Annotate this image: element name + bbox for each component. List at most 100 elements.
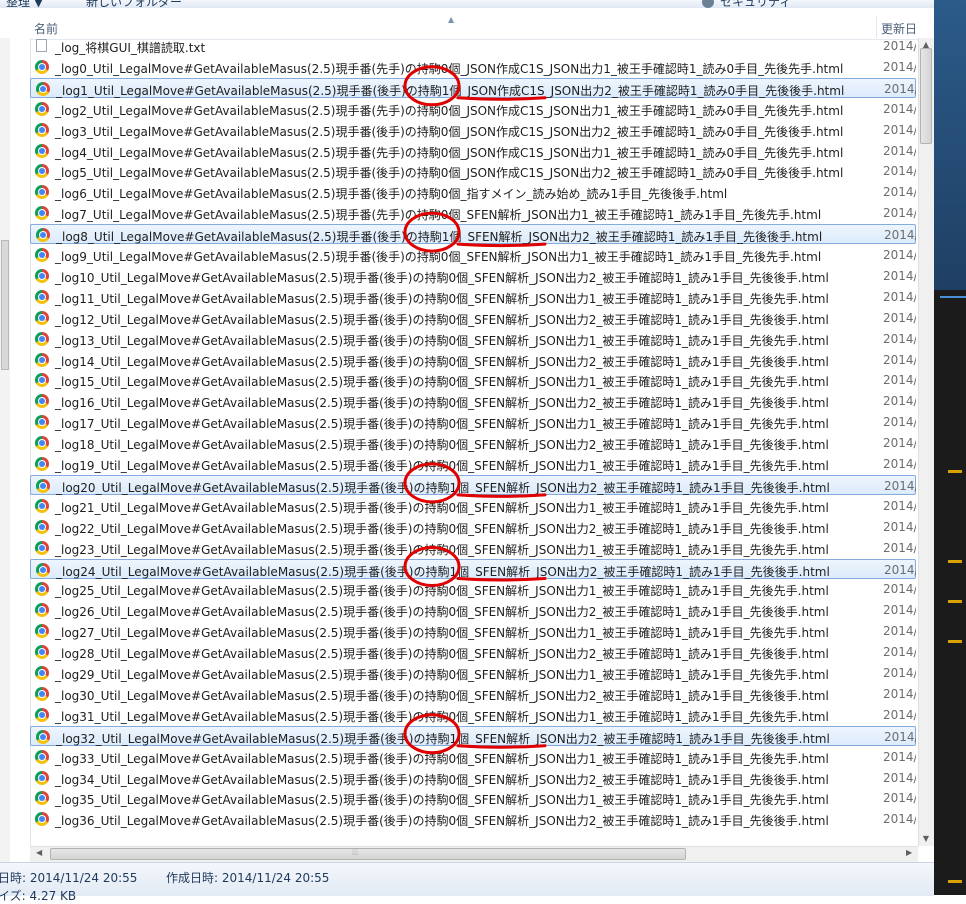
chrome-icon (35, 770, 49, 785)
file-name[interactable]: _log20_Util_LegalMove#GetAvailableMasus(… (56, 479, 830, 496)
file-row[interactable]: _log24_Util_LegalMove#GetAvailableMasus(… (30, 558, 916, 580)
file-row[interactable]: _log33_Util_LegalMove#GetAvailableMasus(… (30, 747, 916, 767)
file-row[interactable]: _log35_Util_LegalMove#GetAvailableMasus(… (30, 788, 916, 808)
vertical-scrollbar-thumb[interactable] (920, 48, 932, 144)
file-name[interactable]: _log13_Util_LegalMove#GetAvailableMasus(… (55, 332, 829, 349)
file-row[interactable]: _log18_Util_LegalMove#GetAvailableMasus(… (30, 433, 916, 453)
column-modified[interactable]: 更新日時 (881, 20, 915, 37)
file-row[interactable]: _log8_Util_LegalMove#GetAvailableMasus(2… (30, 224, 916, 245)
file-name[interactable]: _log24_Util_LegalMove#GetAvailableMasus(… (56, 563, 830, 580)
file-name[interactable]: _log34_Util_LegalMove#GetAvailableMasus(… (55, 771, 829, 788)
chrome-icon (35, 624, 49, 639)
file-row[interactable]: _log9_Util_LegalMove#GetAvailableMasus(2… (30, 245, 916, 265)
file-row[interactable]: _log31_Util_LegalMove#GetAvailableMasus(… (30, 705, 916, 725)
file-name[interactable]: _log29_Util_LegalMove#GetAvailableMasus(… (55, 666, 829, 683)
file-name[interactable]: _log5_Util_LegalMove#GetAvailableMasus(2… (55, 164, 843, 181)
file-row[interactable]: _log17_Util_LegalMove#GetAvailableMasus(… (30, 412, 916, 432)
file-row[interactable]: _log_将棋GUI_棋譜読取.txt 2014/11/24 20:55 (30, 38, 916, 56)
file-name[interactable]: _log6_Util_LegalMove#GetAvailableMasus(2… (55, 185, 727, 202)
file-row[interactable]: _log0_Util_LegalMove#GetAvailableMasus(2… (30, 57, 916, 77)
chrome-icon (35, 331, 49, 346)
file-name[interactable]: _log16_Util_LegalMove#GetAvailableMasus(… (55, 394, 829, 411)
file-name[interactable]: _log_将棋GUI_棋譜読取.txt (55, 39, 205, 56)
file-row[interactable]: _log25_Util_LegalMove#GetAvailableMasus(… (30, 579, 916, 599)
file-name[interactable]: _log23_Util_LegalMove#GetAvailableMasus(… (55, 541, 829, 558)
file-row[interactable]: _log6_Util_LegalMove#GetAvailableMasus(2… (30, 182, 916, 202)
file-name[interactable]: _log31_Util_LegalMove#GetAvailableMasus(… (55, 708, 829, 725)
chrome-icon (35, 352, 49, 367)
file-row[interactable]: _log15_Util_LegalMove#GetAvailableMasus(… (30, 370, 916, 390)
file-name[interactable]: _log14_Util_LegalMove#GetAvailableMasus(… (55, 353, 829, 370)
navigation-scrollbar-thumb[interactable] (1, 240, 9, 370)
file-name[interactable]: _log12_Util_LegalMove#GetAvailableMasus(… (55, 311, 829, 328)
file-row[interactable]: _log2_Util_LegalMove#GetAvailableMasus(2… (30, 99, 916, 119)
file-name[interactable]: _log9_Util_LegalMove#GetAvailableMasus(2… (55, 248, 821, 265)
file-row[interactable]: _log30_Util_LegalMove#GetAvailableMasus(… (30, 684, 916, 704)
file-row[interactable]: _log3_Util_LegalMove#GetAvailableMasus(2… (30, 120, 916, 140)
file-row[interactable]: _log23_Util_LegalMove#GetAvailableMasus(… (30, 538, 916, 558)
file-row[interactable]: _log27_Util_LegalMove#GetAvailableMasus(… (30, 621, 916, 641)
file-name[interactable]: _log25_Util_LegalMove#GetAvailableMasus(… (55, 582, 829, 599)
file-name[interactable]: _log2_Util_LegalMove#GetAvailableMasus(2… (55, 102, 843, 119)
file-name[interactable]: _log10_Util_LegalMove#GetAvailableMasus(… (55, 269, 829, 286)
file-name[interactable]: _log33_Util_LegalMove#GetAvailableMasus(… (55, 750, 829, 767)
horizontal-scrollbar-thumb[interactable] (50, 848, 686, 860)
file-modified-date: 2014/11/24 20:55 (883, 624, 916, 639)
file-name[interactable]: _log7_Util_LegalMove#GetAvailableMasus(2… (55, 206, 821, 223)
file-name[interactable]: _log28_Util_LegalMove#GetAvailableMasus(… (55, 645, 829, 662)
scroll-right-arrow-icon[interactable]: ▶ (906, 848, 912, 857)
file-name[interactable]: _log0_Util_LegalMove#GetAvailableMasus(2… (55, 60, 843, 77)
file-name[interactable]: _log32_Util_LegalMove#GetAvailableMasus(… (56, 730, 830, 747)
chrome-icon (35, 59, 49, 74)
file-row[interactable]: _log36_Util_LegalMove#GetAvailableMasus(… (30, 809, 916, 829)
file-modified-date: 2014/11/24 20:55 (883, 645, 916, 660)
file-modified-date: 2014/11/24 20:55 (883, 415, 916, 430)
file-row[interactable]: _log12_Util_LegalMove#GetAvailableMasus(… (30, 308, 916, 328)
file-name[interactable]: _log36_Util_LegalMove#GetAvailableMasus(… (55, 812, 829, 829)
file-row[interactable]: _log19_Util_LegalMove#GetAvailableMasus(… (30, 454, 916, 474)
file-row[interactable]: _log11_Util_LegalMove#GetAvailableMasus(… (30, 287, 916, 307)
vertical-scrollbar[interactable] (918, 38, 935, 846)
file-modified-date: 2014/11/24 20:55 (883, 289, 916, 304)
file-name[interactable]: _log3_Util_LegalMove#GetAvailableMasus(2… (55, 123, 843, 140)
file-row[interactable]: _log1_Util_LegalMove#GetAvailableMasus(2… (30, 77, 916, 99)
file-name[interactable]: _log1_Util_LegalMove#GetAvailableMasus(2… (56, 82, 844, 99)
file-row[interactable]: _log32_Util_LegalMove#GetAvailableMasus(… (30, 725, 916, 747)
file-row[interactable]: _log22_Util_LegalMove#GetAvailableMasus(… (30, 517, 916, 537)
file-row[interactable]: _log16_Util_LegalMove#GetAvailableMasus(… (30, 391, 916, 411)
column-separator[interactable] (876, 16, 877, 38)
file-row[interactable]: _log21_Util_LegalMove#GetAvailableMasus(… (30, 496, 916, 516)
file-name[interactable]: _log11_Util_LegalMove#GetAvailableMasus(… (55, 290, 829, 307)
file-modified-date: 2014/11/24 20:55 (883, 164, 916, 179)
file-row[interactable]: _log4_Util_LegalMove#GetAvailableMasus(2… (30, 141, 916, 161)
file-name[interactable]: _log35_Util_LegalMove#GetAvailableMasus(… (55, 791, 829, 808)
file-row[interactable]: _log20_Util_LegalMove#GetAvailableMasus(… (30, 474, 916, 496)
file-list: _log_将棋GUI_棋譜読取.txt 2014/11/24 20:55 _log0… (30, 38, 916, 846)
file-name[interactable]: _log8_Util_LegalMove#GetAvailableMasus(2… (56, 228, 822, 245)
file-name[interactable]: _log30_Util_LegalMove#GetAvailableMasus(… (55, 687, 829, 704)
file-name[interactable]: _log21_Util_LegalMove#GetAvailableMasus(… (55, 499, 829, 516)
file-name[interactable]: _log27_Util_LegalMove#GetAvailableMasus(… (55, 624, 829, 641)
file-name[interactable]: _log26_Util_LegalMove#GetAvailableMasus(… (55, 603, 829, 620)
file-name[interactable]: _log22_Util_LegalMove#GetAvailableMasus(… (55, 520, 829, 537)
file-row[interactable]: _log28_Util_LegalMove#GetAvailableMasus(… (30, 642, 916, 662)
column-name[interactable]: 名前 (34, 20, 58, 37)
file-row[interactable]: _log7_Util_LegalMove#GetAvailableMasus(2… (30, 203, 916, 223)
file-name[interactable]: _log17_Util_LegalMove#GetAvailableMasus(… (55, 415, 829, 432)
file-row[interactable]: _log29_Util_LegalMove#GetAvailableMasus(… (30, 663, 916, 683)
chrome-icon (35, 686, 49, 701)
file-row[interactable]: _log13_Util_LegalMove#GetAvailableMasus(… (30, 329, 916, 349)
file-row[interactable]: _log5_Util_LegalMove#GetAvailableMasus(2… (30, 161, 916, 181)
file-row[interactable]: _log10_Util_LegalMove#GetAvailableMasus(… (30, 266, 916, 286)
navigation-scrollbar[interactable] (0, 38, 10, 862)
file-row[interactable]: _log26_Util_LegalMove#GetAvailableMasus(… (30, 600, 916, 620)
scroll-left-arrow-icon[interactable]: ◀ (36, 848, 42, 857)
scroll-down-arrow-icon[interactable]: ▼ (918, 834, 934, 843)
file-row[interactable]: _log34_Util_LegalMove#GetAvailableMasus(… (30, 768, 916, 788)
file-name[interactable]: _log4_Util_LegalMove#GetAvailableMasus(2… (55, 144, 843, 161)
scrollbar-grip-icon: ⦙⦙⦙ (352, 848, 359, 858)
file-name[interactable]: _log19_Util_LegalMove#GetAvailableMasus(… (55, 457, 829, 474)
file-name[interactable]: _log18_Util_LegalMove#GetAvailableMasus(… (55, 436, 829, 453)
file-row[interactable]: _log14_Util_LegalMove#GetAvailableMasus(… (30, 350, 916, 370)
file-name[interactable]: _log15_Util_LegalMove#GetAvailableMasus(… (55, 373, 829, 390)
